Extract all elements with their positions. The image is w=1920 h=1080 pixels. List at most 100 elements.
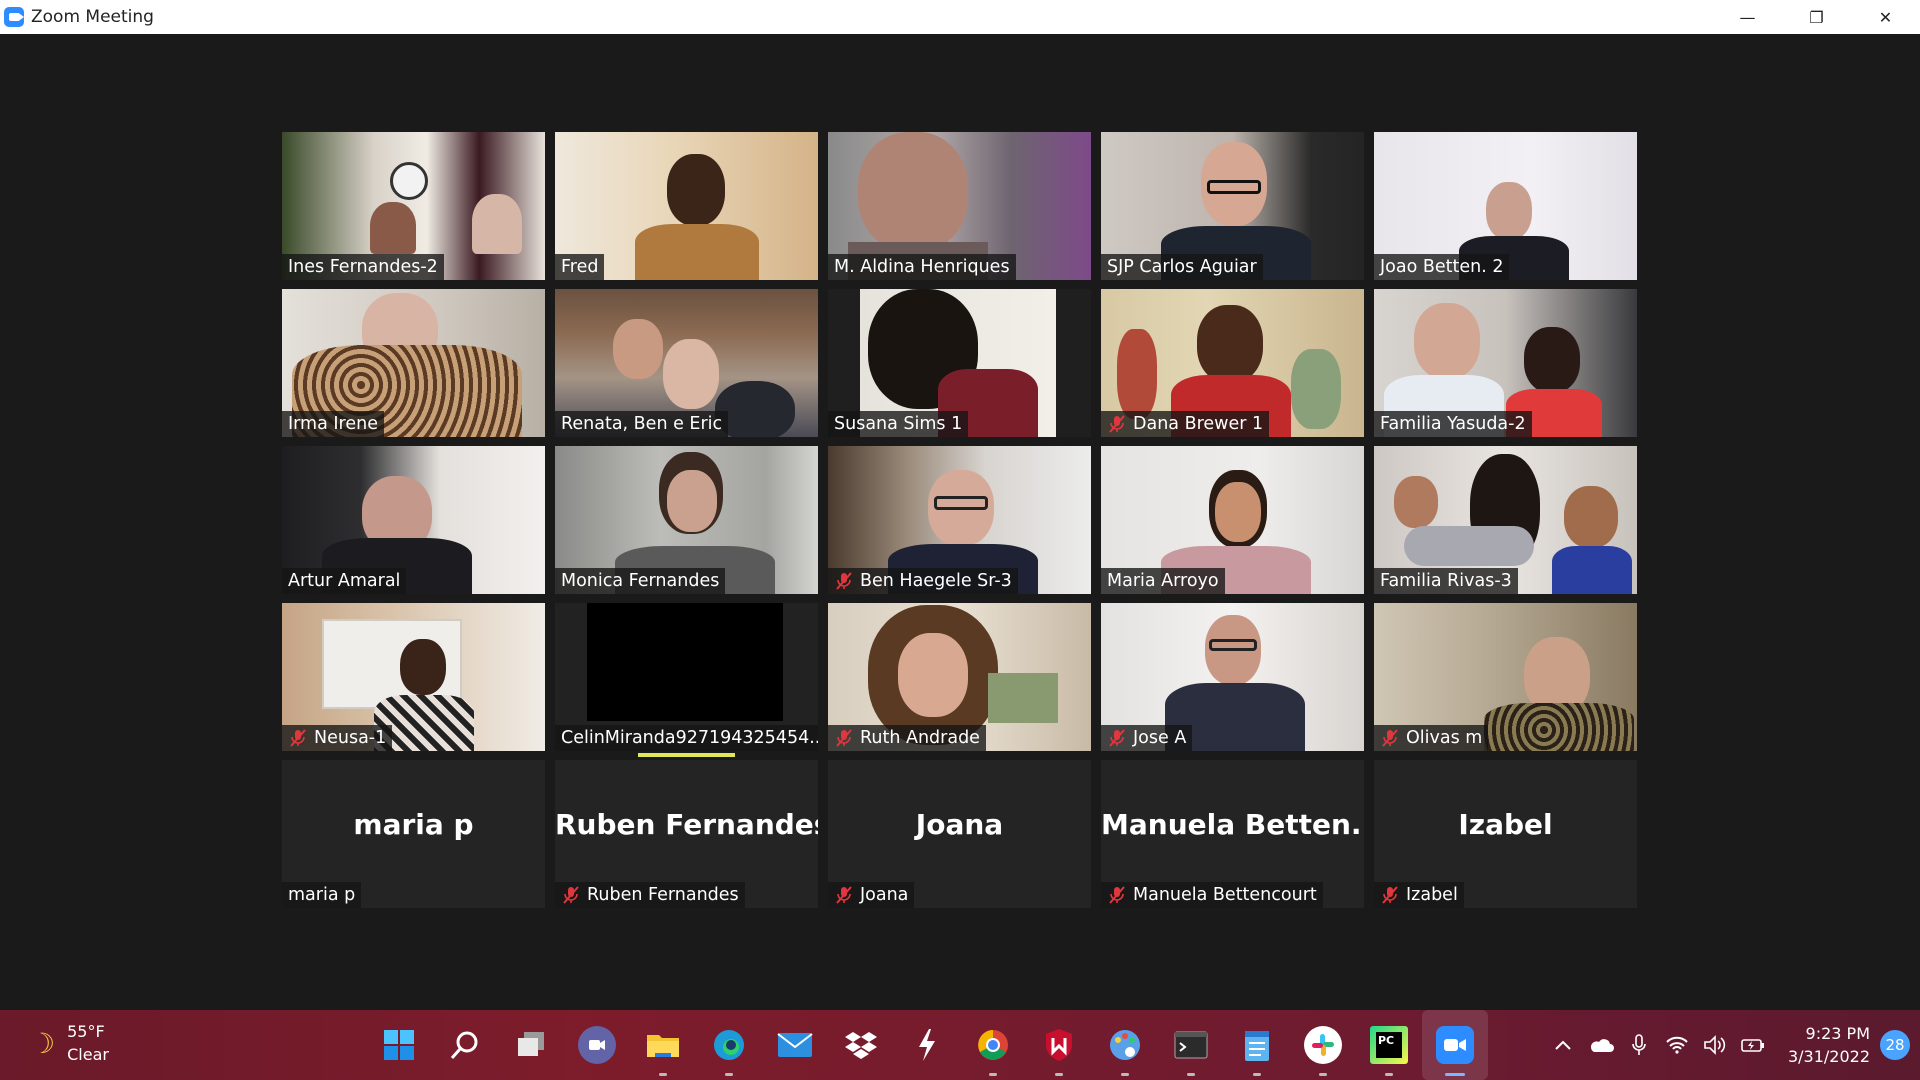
bolt-icon <box>908 1026 946 1064</box>
volume-icon[interactable] <box>1696 1010 1734 1080</box>
slack-button[interactable] <box>1290 1010 1356 1080</box>
participant-tile[interactable]: CelinMiranda927194325454... <box>555 603 818 751</box>
participant-tile[interactable]: SJP Carlos Aguiar <box>1101 132 1364 280</box>
mic-muted-icon <box>834 885 854 905</box>
participant-tile[interactable]: Familia Rivas-3 <box>1374 446 1637 594</box>
mail-button[interactable] <box>762 1010 828 1080</box>
battery-icon[interactable] <box>1734 1010 1772 1080</box>
paint-button[interactable] <box>1092 1010 1158 1080</box>
weather-widget[interactable]: ☽ 55°F Clear <box>30 1020 109 1066</box>
participant-tile[interactable]: Neusa-1 <box>282 603 545 751</box>
edge-icon <box>710 1026 748 1064</box>
participant-name-label: Izabel <box>1374 882 1464 908</box>
participant-name-label: Ines Fernandes-2 <box>282 254 444 280</box>
participant-tile[interactable]: Dana Brewer 1 <box>1101 289 1364 437</box>
participant-tile[interactable]: M. Aldina Henriques <box>828 132 1091 280</box>
participant-tile-video-off[interactable]: maria p maria p <box>282 760 545 908</box>
participant-tile-video-off[interactable]: Ruben Fernandes Ruben Fernandes <box>555 760 818 908</box>
microphone-icon[interactable] <box>1620 1010 1658 1080</box>
participant-tile[interactable]: Ruth Andrade <box>828 603 1091 751</box>
pycharm-icon: PC <box>1370 1026 1408 1064</box>
notepad-icon <box>1238 1026 1276 1064</box>
notification-badge[interactable]: 28 <box>1880 1030 1910 1060</box>
windows-icon <box>380 1026 418 1064</box>
participant-display-name: Joana <box>915 808 1004 841</box>
participant-name-label: Dana Brewer 1 <box>1101 411 1270 437</box>
participant-tile[interactable]: Ben Haegele Sr-3 <box>828 446 1091 594</box>
teams-chat-button[interactable] <box>564 1010 630 1080</box>
participant-name-label: Manuela Bettencourt <box>1101 882 1323 908</box>
participant-display-name: Manuela Betten... <box>1101 808 1364 841</box>
task-view-button[interactable] <box>498 1010 564 1080</box>
participant-tile[interactable]: Irma Irene <box>282 289 545 437</box>
participant-tile[interactable]: Joao Betten. 2 <box>1374 132 1637 280</box>
participant-name-label: Familia Yasuda-2 <box>1374 411 1532 437</box>
file-explorer-button[interactable] <box>630 1010 696 1080</box>
terminal-icon <box>1172 1026 1210 1064</box>
participant-name-label: Neusa-1 <box>282 725 393 751</box>
system-clock[interactable]: 9:23 PM 3/31/2022 <box>1788 1022 1870 1068</box>
weather-temperature: 55°F <box>67 1022 105 1041</box>
participant-tile-video-off[interactable]: Izabel Izabel <box>1374 760 1637 908</box>
dropbox-button[interactable] <box>828 1010 894 1080</box>
palette-icon <box>1106 1026 1144 1064</box>
participant-tile[interactable]: Ines Fernandes-2 <box>282 132 545 280</box>
participant-name-label: Joao Betten. 2 <box>1374 254 1510 280</box>
window-controls: — ❐ ✕ <box>1713 0 1920 34</box>
participant-tile-active-speaker[interactable]: Monica Fernandes <box>555 446 818 594</box>
participant-name-label: Susana Sims 1 <box>828 411 969 437</box>
mic-muted-icon <box>1107 728 1127 748</box>
dropbox-icon <box>842 1026 880 1064</box>
mcafee-button[interactable] <box>1026 1010 1092 1080</box>
participant-name-label: Familia Rivas-3 <box>1374 568 1518 594</box>
mic-muted-icon <box>561 885 581 905</box>
chrome-icon <box>974 1026 1012 1064</box>
gallery-view: Ines Fernandes-2 Fred M. Aldina Henrique… <box>0 34 1920 1010</box>
mail-icon <box>776 1026 814 1064</box>
app-bolt-button[interactable] <box>894 1010 960 1080</box>
chevron-up-icon[interactable] <box>1544 1010 1582 1080</box>
zoom-button[interactable] <box>1422 1010 1488 1080</box>
participant-tile[interactable]: Familia Yasuda-2 <box>1374 289 1637 437</box>
weather-condition: Clear <box>67 1045 109 1064</box>
onedrive-icon[interactable] <box>1582 1010 1620 1080</box>
participant-tile-video-off[interactable]: Manuela Betten... Manuela Bettencourt <box>1101 760 1364 908</box>
participant-name-label: Monica Fernandes <box>555 568 726 594</box>
minimize-button[interactable]: — <box>1713 0 1782 34</box>
participant-tile[interactable]: Renata, Ben e Eric <box>555 289 818 437</box>
participant-tile[interactable]: Susana Sims 1 <box>828 289 1091 437</box>
taskbar-apps: PC <box>366 1010 1488 1080</box>
start-button[interactable] <box>366 1010 432 1080</box>
participant-tile[interactable]: Jose A <box>1101 603 1364 751</box>
participant-name-label: CelinMiranda927194325454... <box>555 725 818 751</box>
participant-name-label: maria p <box>282 882 362 908</box>
edge-button[interactable] <box>696 1010 762 1080</box>
notepad-button[interactable] <box>1224 1010 1290 1080</box>
system-tray: 9:23 PM 3/31/2022 28 <box>1544 1010 1920 1080</box>
participant-tile[interactable]: Fred <box>555 132 818 280</box>
wifi-icon[interactable] <box>1658 1010 1696 1080</box>
participant-name-label: Maria Arroyo <box>1101 568 1225 594</box>
mic-muted-icon <box>1380 885 1400 905</box>
close-button[interactable]: ✕ <box>1851 0 1920 34</box>
pycharm-button[interactable]: PC <box>1356 1010 1422 1080</box>
participant-tile[interactable]: Olivas m <box>1374 603 1637 751</box>
participant-tile[interactable]: Artur Amaral <box>282 446 545 594</box>
chat-icon <box>578 1026 616 1064</box>
chrome-button[interactable] <box>960 1010 1026 1080</box>
slack-icon <box>1304 1026 1342 1064</box>
search-button[interactable] <box>432 1010 498 1080</box>
terminal-button[interactable] <box>1158 1010 1224 1080</box>
participant-tile[interactable]: Maria Arroyo <box>1101 446 1364 594</box>
window-title: Zoom Meeting <box>31 7 154 27</box>
participant-name-label: Olivas m <box>1374 725 1489 751</box>
clock-time: 9:23 PM <box>1805 1024 1870 1043</box>
participant-name-label: Ruth Andrade <box>828 725 986 751</box>
participant-name-label: Fred <box>555 254 605 280</box>
participant-name-label: Jose A <box>1101 725 1193 751</box>
restore-button[interactable]: ❐ <box>1782 0 1851 34</box>
windows-taskbar: ☽ 55°F Clear PC 9:23 PM 3/31/2022 28 <box>0 1010 1920 1080</box>
participant-name-label: SJP Carlos Aguiar <box>1101 254 1263 280</box>
participant-display-name: maria p <box>353 808 474 841</box>
participant-tile-video-off[interactable]: Joana Joana <box>828 760 1091 908</box>
